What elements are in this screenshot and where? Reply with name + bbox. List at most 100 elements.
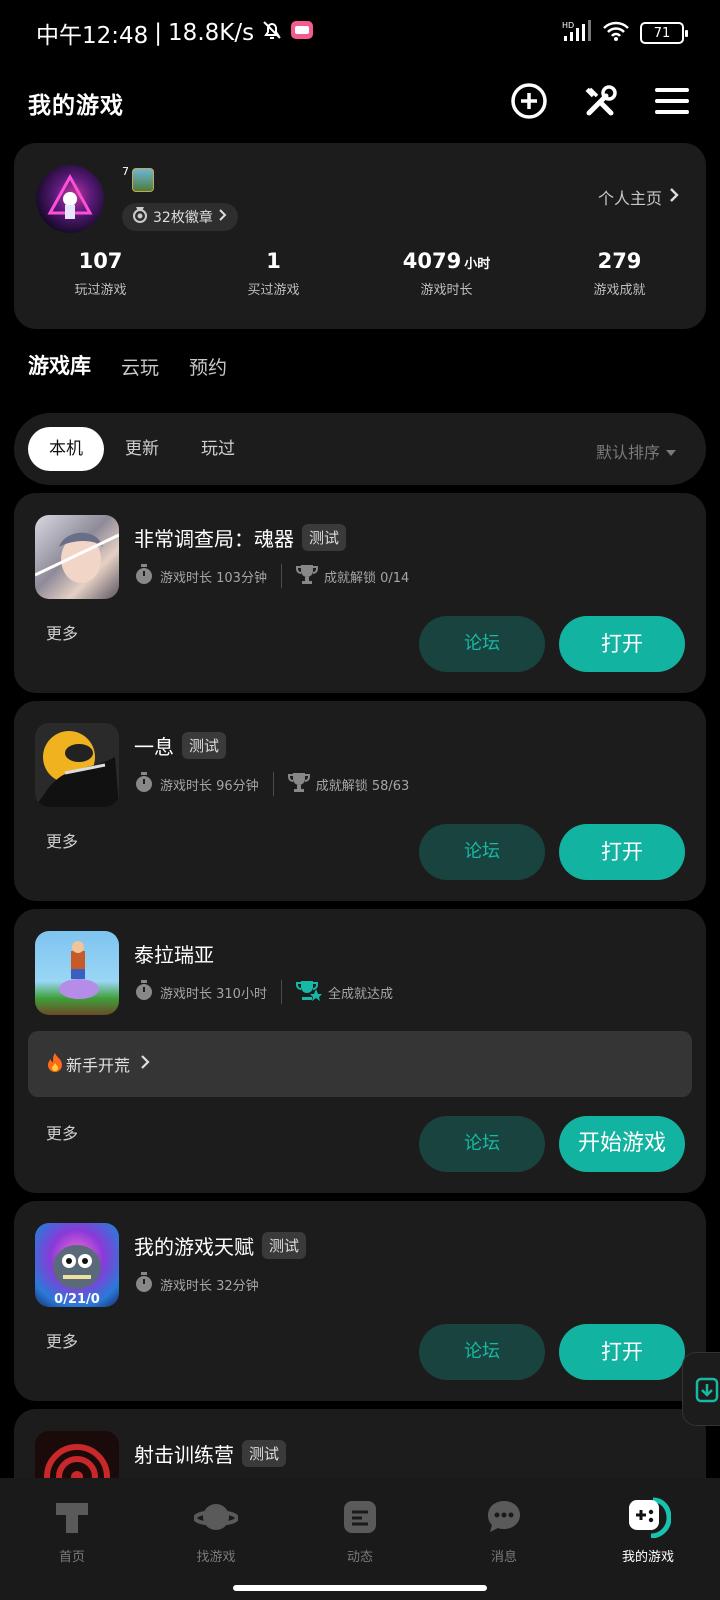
nav-discover[interactable]: 找游戏 bbox=[144, 1494, 288, 1565]
more-link[interactable]: 更多 bbox=[46, 1120, 78, 1144]
homepage-label: 个人主页 bbox=[597, 189, 662, 208]
stat-label: 游戏时长 bbox=[420, 283, 473, 298]
caret-down-icon bbox=[666, 442, 676, 461]
test-tag: 测试 bbox=[242, 1440, 287, 1467]
more-link[interactable]: 更多 bbox=[46, 1328, 78, 1352]
nav-my-games[interactable]: 我的游戏 bbox=[576, 1494, 720, 1565]
meta-divider bbox=[280, 564, 282, 588]
test-tag: 测试 bbox=[302, 524, 347, 551]
nav-label: 动态 bbox=[346, 1550, 373, 1565]
test-tag: 测试 bbox=[262, 1232, 307, 1259]
open-button[interactable]: 打开 bbox=[559, 1324, 685, 1380]
stat-value: 107 bbox=[78, 249, 123, 273]
game-card[interactable]: 0/21/0 我的游戏天赋 测试 游戏时长 32分钟 更多 论坛 打开 bbox=[14, 1201, 706, 1401]
test-tag: 测试 bbox=[182, 732, 227, 759]
open-button[interactable]: 打开 bbox=[559, 616, 685, 672]
tip-text: 新手开荒 bbox=[66, 1056, 131, 1075]
filter-bar: 本机 更新 玩过 默认排序 bbox=[14, 413, 706, 485]
playtime-text: 游戏时长 96分钟 bbox=[160, 778, 259, 794]
game-title-row: 泰拉瑞亚 bbox=[134, 939, 214, 968]
game-title-row: 非常调查局：魂器 测试 bbox=[134, 523, 347, 552]
game-card[interactable]: 非常调查局：魂器 测试 游戏时长 103分钟 成就解锁 0/14 更多 论坛 打… bbox=[14, 493, 706, 693]
mute-bell-icon bbox=[260, 18, 284, 48]
playtime: 游戏时长 103分钟 bbox=[134, 563, 267, 589]
badge-count: 32枚徽章 bbox=[153, 210, 213, 226]
status-bar: 中午12:48 | 18.8K/s HD 71 bbox=[0, 0, 720, 66]
profile-card: 7 32枚徽章 个人主页 107 玩过游戏 1 买过游戏 4079 小时 游戏时长… bbox=[14, 143, 706, 329]
menu-icon[interactable] bbox=[654, 82, 690, 120]
forum-button[interactable]: 论坛 bbox=[419, 824, 545, 880]
chevron-right-icon bbox=[668, 186, 680, 208]
planet-icon bbox=[193, 1494, 239, 1540]
stat-value: 1 bbox=[266, 249, 281, 273]
nav-home[interactable]: 首页 bbox=[0, 1494, 144, 1565]
game-card[interactable]: 泰拉瑞亚 游戏时长 310小时 全成就达成 新手开荒 更多 论坛 开始游戏 bbox=[14, 909, 706, 1193]
sort-label: 默认排序 bbox=[595, 443, 660, 462]
game-icon[interactable]: 0/21/0 bbox=[35, 1223, 119, 1307]
app-header: 我的游戏 bbox=[0, 76, 720, 128]
stat-unit: 小时 bbox=[464, 257, 491, 272]
forum-button[interactable]: 论坛 bbox=[419, 616, 545, 672]
meta-divider bbox=[280, 980, 282, 1004]
tab-cloud[interactable]: 云玩 bbox=[121, 353, 159, 384]
nav-messages[interactable]: 消息 bbox=[432, 1494, 576, 1565]
achievement: 成就解锁 58/63 bbox=[287, 771, 409, 797]
filter-updates[interactable]: 更新 bbox=[106, 427, 178, 471]
download-float-button[interactable] bbox=[682, 1352, 720, 1426]
homepage-link[interactable]: 个人主页 bbox=[598, 185, 680, 209]
open-button[interactable]: 打开 bbox=[559, 824, 685, 880]
header-actions bbox=[510, 82, 690, 120]
achievement: 全成就达成 bbox=[295, 979, 393, 1005]
stat-value: 4079 小时 bbox=[402, 249, 491, 273]
download-icon bbox=[695, 1377, 719, 1407]
level-shield-icon bbox=[132, 168, 154, 192]
profile-stats: 107 玩过游戏 1 买过游戏 4079 小时 游戏时长 279 游戏成就 bbox=[14, 249, 706, 298]
game-icon[interactable] bbox=[35, 931, 119, 1015]
tab-reserve[interactable]: 预约 bbox=[189, 353, 227, 384]
home-indicator[interactable] bbox=[233, 1585, 487, 1591]
game-card[interactable]: 一息 测试 游戏时长 96分钟 成就解锁 58/63 更多 论坛 打开 bbox=[14, 701, 706, 901]
tip-bar[interactable]: 新手开荒 bbox=[28, 1031, 692, 1097]
signal-icon: HD bbox=[562, 20, 592, 46]
sort-dropdown[interactable]: 默认排序 bbox=[596, 439, 676, 463]
feed-icon bbox=[337, 1494, 383, 1540]
game-icon[interactable] bbox=[35, 515, 119, 599]
filter-local[interactable]: 本机 bbox=[28, 427, 104, 471]
chevron-right-icon bbox=[140, 1054, 150, 1074]
playtime-text: 游戏时长 103分钟 bbox=[160, 570, 267, 586]
game-meta: 游戏时长 32分钟 bbox=[134, 1271, 259, 1297]
start-game-button[interactable]: 开始游戏 bbox=[559, 1116, 685, 1172]
nav-feed[interactable]: 动态 bbox=[288, 1494, 432, 1565]
forum-button[interactable]: 论坛 bbox=[419, 1324, 545, 1380]
chat-bubble-icon bbox=[481, 1494, 527, 1540]
network-speed: 18.8K/s bbox=[168, 20, 255, 46]
stat-played[interactable]: 107 玩过游戏 bbox=[14, 249, 187, 298]
add-game-icon[interactable] bbox=[510, 82, 548, 120]
game-title: 一息 bbox=[134, 735, 174, 759]
badge-chip[interactable]: 32枚徽章 bbox=[122, 203, 238, 231]
tools-icon[interactable] bbox=[582, 82, 620, 120]
stat-playtime[interactable]: 4079 小时 游戏时长 bbox=[360, 249, 533, 298]
achievement-text: 全成就达成 bbox=[327, 986, 393, 1002]
game-icon[interactable] bbox=[35, 723, 119, 807]
wifi-icon bbox=[602, 20, 630, 46]
game-title-row: 射击训练营 测试 bbox=[134, 1439, 287, 1468]
stat-bought[interactable]: 1 买过游戏 bbox=[187, 249, 360, 298]
home-t-icon bbox=[49, 1494, 95, 1540]
playtime: 游戏时长 96分钟 bbox=[134, 771, 259, 797]
playtime: 游戏时长 32分钟 bbox=[134, 1271, 259, 1297]
stat-label: 游戏成就 bbox=[593, 283, 646, 298]
avatar[interactable] bbox=[36, 165, 104, 233]
bottom-nav: 首页 找游戏 动态 消息 我的游戏 bbox=[0, 1478, 720, 1600]
status-time: 中午12:48 bbox=[36, 23, 149, 49]
filter-played[interactable]: 玩过 bbox=[182, 427, 254, 471]
tab-library[interactable]: 游戏库 bbox=[28, 350, 91, 388]
stat-achievements[interactable]: 279 游戏成就 bbox=[533, 249, 706, 298]
more-link[interactable]: 更多 bbox=[46, 620, 78, 644]
stat-label: 买过游戏 bbox=[247, 283, 300, 298]
playtime-text: 游戏时长 310小时 bbox=[160, 986, 267, 1002]
fire-icon bbox=[46, 1052, 64, 1076]
forum-button[interactable]: 论坛 bbox=[419, 1116, 545, 1172]
bilibili-app-icon bbox=[290, 18, 314, 48]
more-link[interactable]: 更多 bbox=[46, 828, 78, 852]
